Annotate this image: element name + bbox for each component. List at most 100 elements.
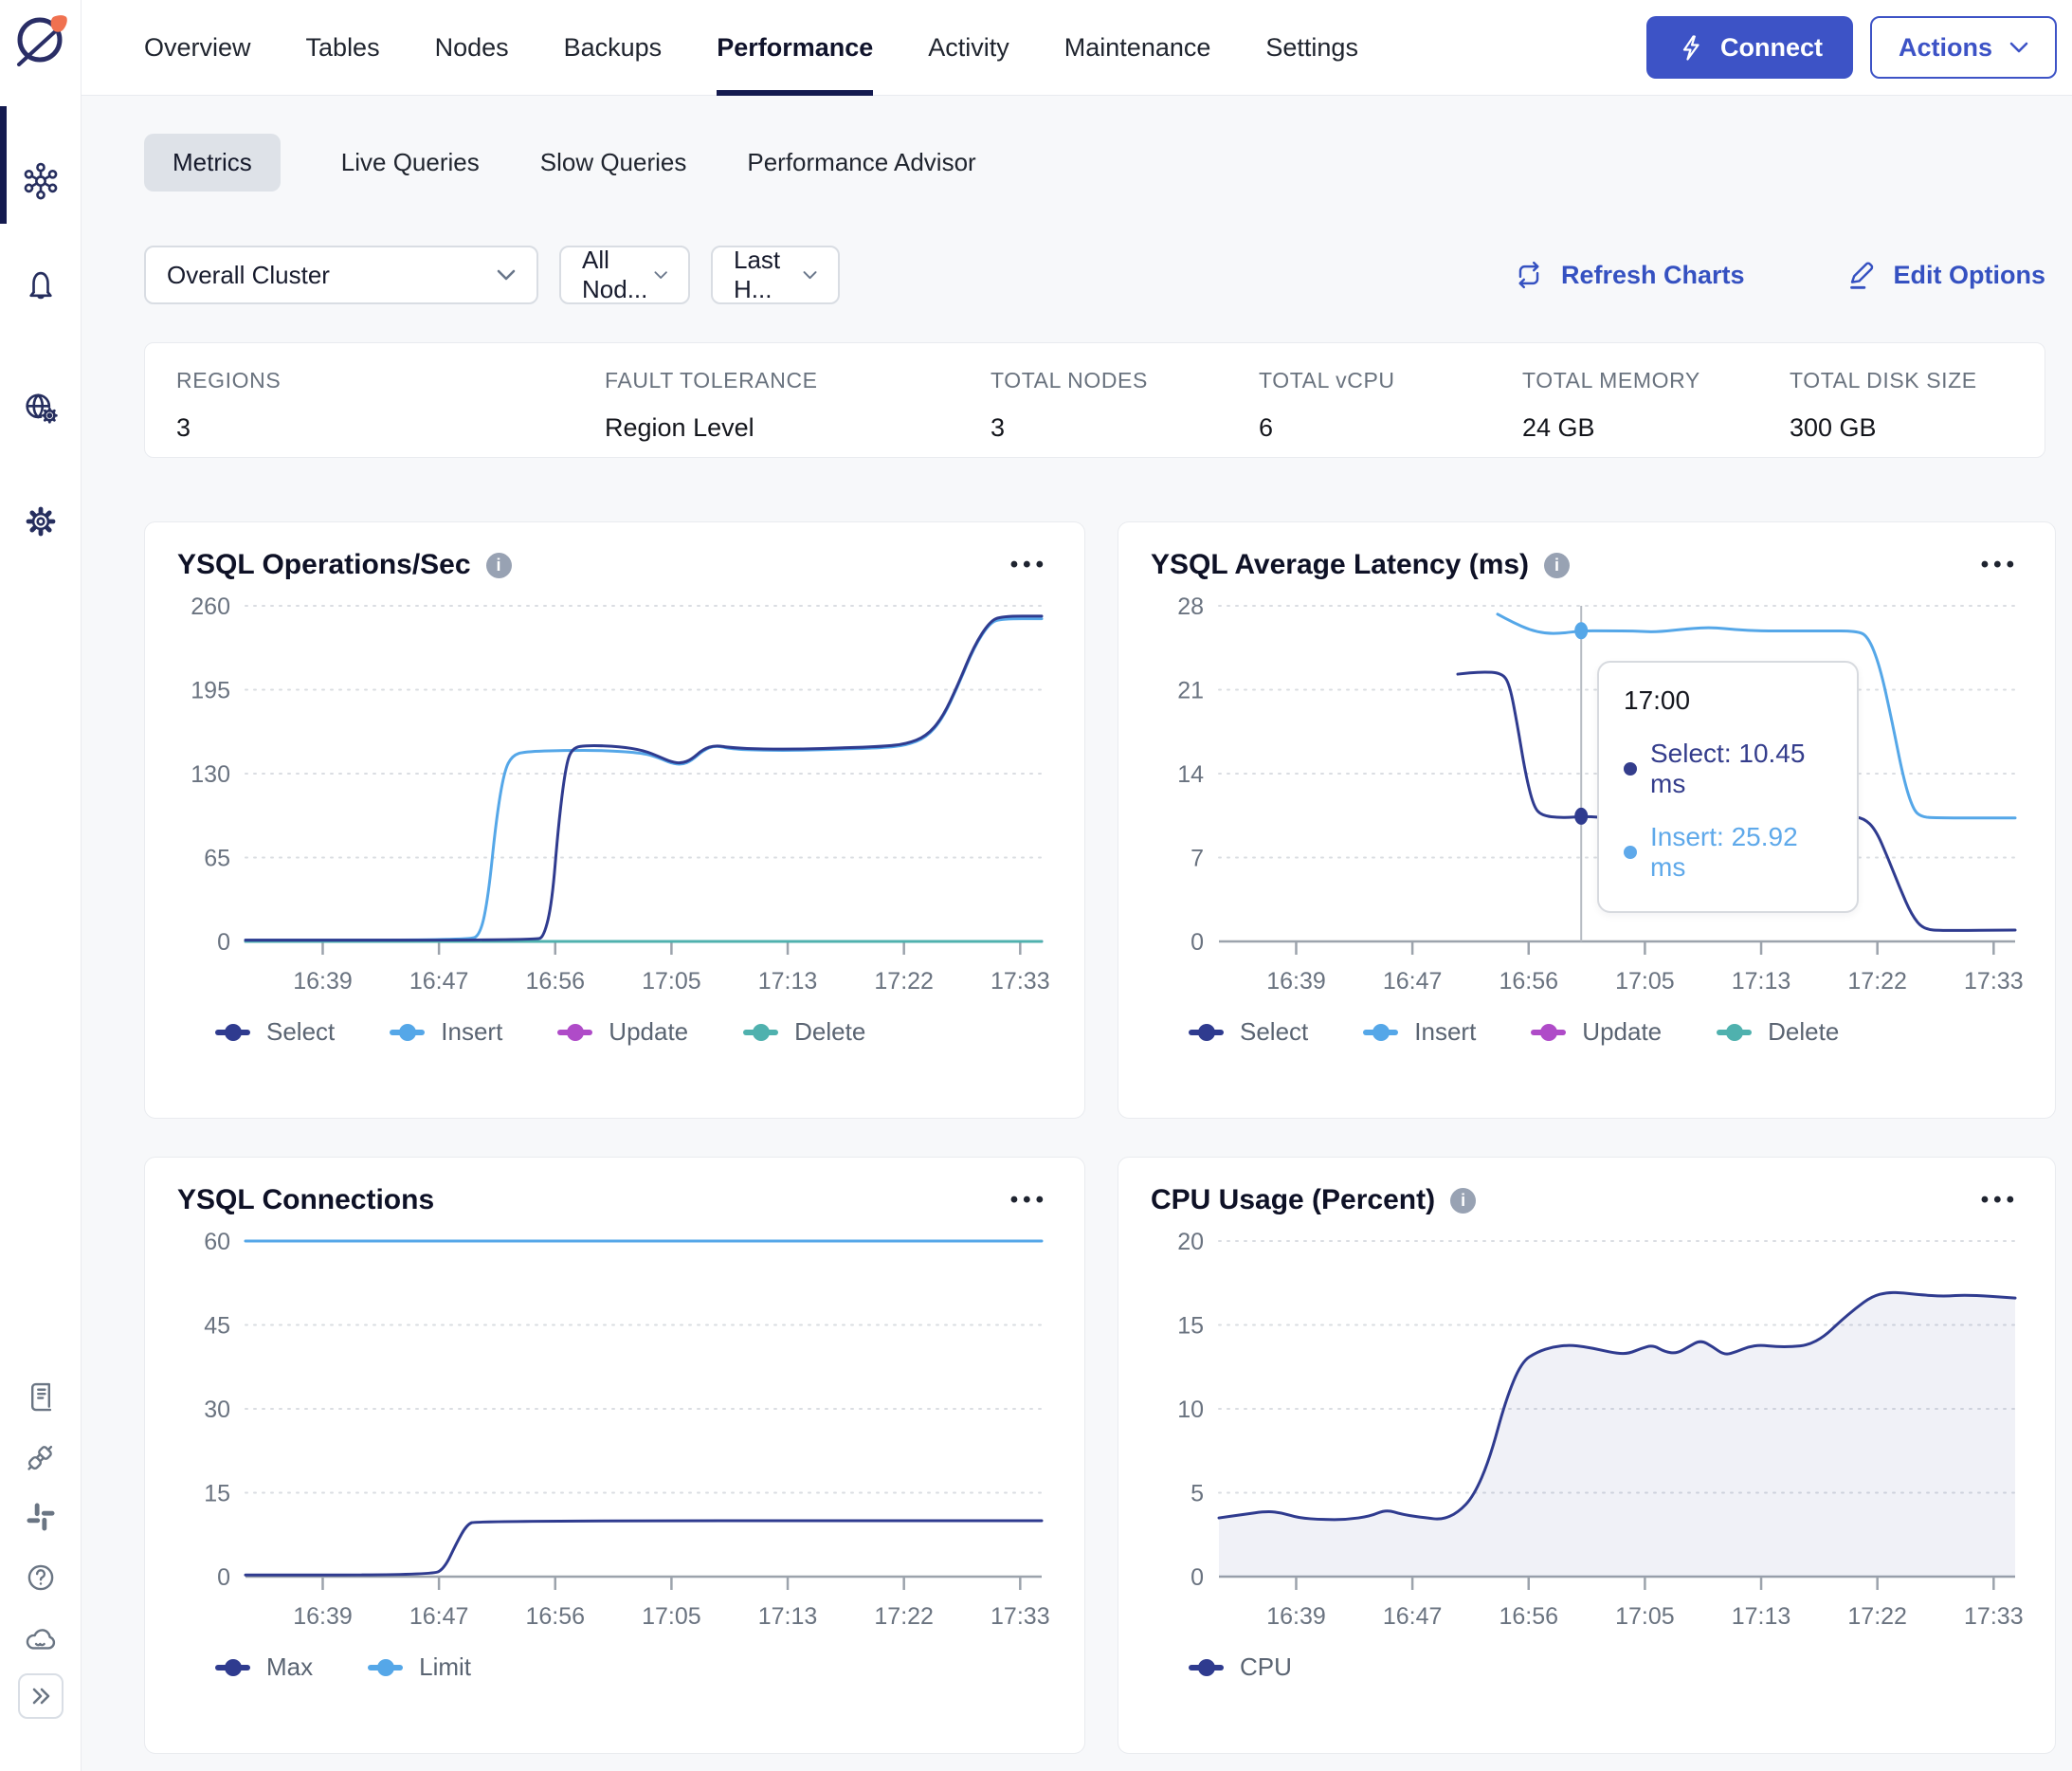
legend-item-update[interactable]: Update (557, 1017, 688, 1047)
legend-item-limit[interactable]: Limit (368, 1652, 471, 1682)
book-icon (30, 1382, 52, 1412)
svg-text:17:13: 17:13 (758, 1603, 818, 1630)
chart-menu-button[interactable]: ••• (1981, 1189, 2023, 1212)
yugabyte-logo-icon[interactable] (9, 6, 70, 66)
cluster-select[interactable]: Overall Cluster (144, 246, 538, 304)
svg-text:195: 195 (191, 678, 230, 704)
performance-subtabs: Metrics Live Queries Slow Queries Perfor… (144, 133, 2045, 192)
chart-cpu-usage: CPU Usage (Percent) i ••• 0 5 10 15 20 16:39 1… (1118, 1157, 2056, 1754)
legend-label: Max (266, 1652, 314, 1681)
stat-regions: REGIONS 3 (176, 368, 282, 442)
svg-text:21: 21 (1177, 678, 1204, 704)
tab-tables[interactable]: Tables (306, 0, 380, 95)
legend-item-max[interactable]: Max (215, 1652, 313, 1682)
subtab-slow-queries[interactable]: Slow Queries (540, 148, 687, 177)
charts-grid: YSQL Operations/Sec i ••• 0 65 130 195 260 16… (144, 521, 2056, 1754)
chart-ysql-connections: YSQL Connections ••• 0 15 30 45 60 16:39 16:47… (144, 1157, 1085, 1754)
tab-backups[interactable]: Backups (564, 0, 663, 95)
sidebar-item-alerts[interactable] (20, 264, 62, 305)
info-icon[interactable]: i (1544, 552, 1571, 578)
svg-text:130: 130 (191, 761, 230, 788)
legend-item-select[interactable]: Select (215, 1017, 335, 1047)
chart-title: CPU Usage (Percent) (1151, 1184, 1436, 1215)
legend-item-insert[interactable]: Insert (1363, 1017, 1476, 1047)
tooltip-rows: Select: 10.45 ms Insert: 25.92 ms (1624, 739, 1832, 883)
legend-label: Insert (1414, 1017, 1477, 1046)
tab-overview[interactable]: Overview (144, 0, 251, 95)
main-content: Metrics Live Queries Slow Queries Perfor… (82, 96, 2072, 1771)
sidebar-expand-button[interactable] (18, 1673, 64, 1719)
legend-item-delete[interactable]: Delete (1717, 1017, 1839, 1047)
svg-text:260: 260 (191, 593, 230, 620)
tooltip-item-insert: Insert: 25.92 ms (1624, 822, 1832, 883)
subtab-live-queries[interactable]: Live Queries (341, 148, 480, 177)
svg-text:7: 7 (1190, 846, 1204, 872)
tab-settings[interactable]: Settings (1265, 0, 1358, 95)
legend-item-insert[interactable]: Insert (390, 1017, 502, 1047)
line-chart: 0 65 130 195 260 16:39 16:47 16:56 17:05 17:13 17:… (191, 593, 1049, 995)
info-icon[interactable]: i (1450, 1187, 1477, 1214)
refresh-charts-label: Refresh Charts (1560, 260, 1745, 289)
edit-options-label: Edit Options (1893, 260, 2045, 289)
legend-item-update[interactable]: Update (1531, 1017, 1662, 1047)
tab-maintenance[interactable]: Maintenance (1064, 0, 1211, 95)
cluster-stats-bar: REGIONS 3 FAULT TOLERANCE Region Level T… (144, 342, 2045, 458)
line-chart: 0 7 14 21 28 16:39 16:47 16:56 17:05 17:13 17:22 17… (1177, 593, 2023, 995)
legend-label: Delete (1768, 1017, 1840, 1046)
svg-text:17:05: 17:05 (642, 1603, 701, 1630)
stat-fault-tolerance: FAULT TOLERANCE Region Level (605, 368, 818, 442)
sidebar-item-regions[interactable] (20, 387, 62, 429)
svg-text:0: 0 (217, 929, 230, 956)
sidebar-item-integrations[interactable] (20, 1436, 62, 1478)
actions-button[interactable]: Actions (1869, 16, 2057, 79)
svg-text:16:47: 16:47 (409, 1603, 469, 1630)
subtab-performance-advisor[interactable]: Performance Advisor (747, 148, 975, 177)
svg-text:14: 14 (1177, 761, 1204, 788)
sidebar-item-docs[interactable] (20, 1377, 62, 1418)
tab-activity[interactable]: Activity (928, 0, 1009, 95)
sidebar-item-cloud-status[interactable] (20, 1617, 62, 1659)
chart-legend: Select Insert Update Delete (1189, 1017, 2023, 1047)
chart-menu-button[interactable]: ••• (1981, 554, 2023, 576)
gear-icon (26, 506, 56, 537)
legend-item-select[interactable]: Select (1189, 1017, 1308, 1047)
chart-title: YSQL Connections (177, 1184, 435, 1215)
refresh-charts-button[interactable]: Refresh Charts (1511, 256, 1745, 294)
sidebar-item-help[interactable] (20, 1557, 62, 1598)
cluster-select-value: Overall Cluster (167, 260, 330, 289)
chart-hover-tooltip: 17:00 Select: 10.45 ms Insert: 25.92 ms (1597, 661, 1859, 913)
legend-label: Delete (794, 1017, 866, 1046)
legend-item-cpu[interactable]: CPU (1189, 1652, 1292, 1682)
info-icon[interactable]: i (485, 552, 512, 578)
sidebar-item-settings[interactable] (20, 501, 62, 542)
svg-text:65: 65 (204, 846, 230, 872)
chevron-down-icon (654, 270, 667, 279)
chart-title: YSQL Operations/Sec (177, 549, 471, 580)
tab-performance[interactable]: Performance (717, 0, 874, 96)
plug-icon (27, 1445, 53, 1470)
sidebar-item-clusters[interactable] (20, 159, 62, 201)
chevron-down-icon (2009, 42, 2028, 52)
subtab-metrics[interactable]: Metrics (144, 133, 281, 192)
legend-mark-icon (1717, 1023, 1753, 1041)
svg-text:16:56: 16:56 (1499, 968, 1558, 995)
stat-total-memory: TOTAL MEMORY 24 GB (1522, 368, 1700, 442)
sidebar-item-slack[interactable] (20, 1496, 62, 1538)
legend-item-delete[interactable]: Delete (743, 1017, 865, 1047)
legend-mark-icon (1363, 1023, 1399, 1041)
nodes-select[interactable]: All Nod... (559, 246, 690, 304)
svg-text:5: 5 (1190, 1481, 1204, 1507)
chart-menu-button[interactable]: ••• (1010, 1189, 1052, 1212)
legend-mark-icon (215, 1023, 250, 1041)
cloud-icon (26, 1629, 56, 1650)
edit-options-button[interactable]: Edit Options (1844, 256, 2045, 294)
time-range-select[interactable]: Last H... (711, 246, 840, 304)
svg-text:16:39: 16:39 (1266, 968, 1326, 995)
svg-text:17:22: 17:22 (1847, 968, 1907, 995)
chart-menu-button[interactable]: ••• (1010, 554, 1052, 576)
connect-button[interactable]: Connect (1645, 16, 1853, 79)
svg-text:17:05: 17:05 (1615, 968, 1675, 995)
app-window: Overview Tables Nodes Backups Performanc… (0, 0, 2072, 1771)
svg-text:16:47: 16:47 (1383, 968, 1443, 995)
tab-nodes[interactable]: Nodes (435, 0, 509, 95)
